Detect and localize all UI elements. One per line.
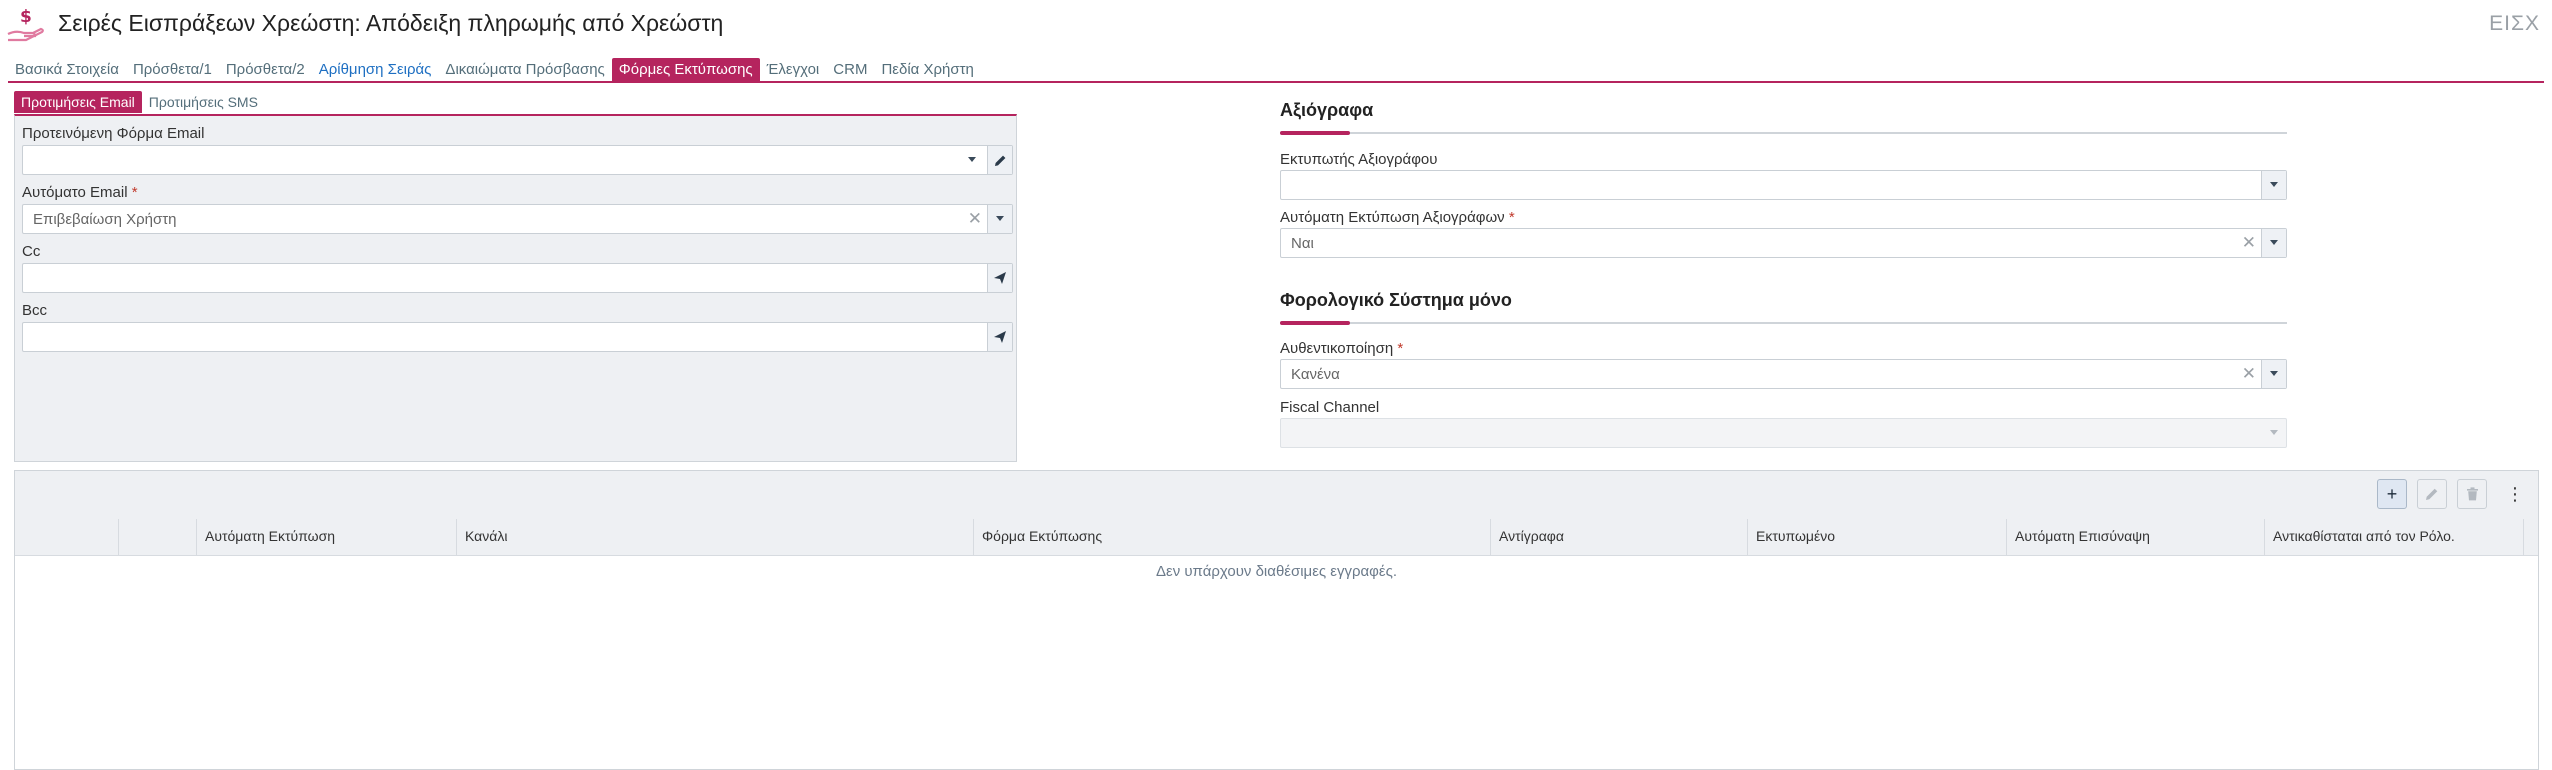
money-hand-icon: $ — [6, 6, 46, 46]
column-header-auto-attach[interactable]: Αυτόματη Επισύναψη — [2007, 519, 2265, 555]
copies-section-divider — [1280, 132, 2287, 134]
tab-user-fields[interactable]: Πεδία Χρήστη — [874, 58, 980, 81]
print-forms-grid: + ⋮ Αυτόματη Εκτύπωση Κανάλι Φόρμα Εκτύπ… — [14, 470, 2539, 770]
required-marker: * — [1397, 340, 1404, 357]
chevron-down-icon[interactable] — [960, 146, 984, 174]
column-header-select[interactable] — [15, 519, 119, 555]
auto-print-copies-value: Ναι — [1291, 235, 1314, 252]
cc-field[interactable] — [22, 263, 1013, 293]
clear-icon[interactable]: ✕ — [2242, 364, 2256, 384]
authentication-value: Κανένα — [1291, 366, 1340, 383]
tabs-underline — [8, 81, 2544, 83]
more-options-icon[interactable]: ⋮ — [2505, 479, 2525, 509]
email-template-label: Προτεινόμενη Φόρμα Email — [22, 125, 205, 142]
copies-section-accent — [1280, 131, 1350, 135]
grid-empty-message: Δεν υπάρχουν διαθέσιμες εγγραφές. — [1155, 563, 1397, 580]
column-header-auto-print[interactable]: Αυτόματη Εκτύπωση — [197, 519, 457, 555]
tab-print-forms[interactable]: Φόρμες Εκτύπωσης — [611, 58, 760, 81]
main-tabs: Βασικά Στοιχεία Πρόσθετα/1 Πρόσθετα/2 Αρ… — [8, 57, 981, 81]
tab-checks[interactable]: Έλεγχοι — [760, 58, 827, 81]
column-header-print-form[interactable]: Φόρμα Εκτύπωσης — [974, 519, 1491, 555]
clear-icon[interactable]: ✕ — [2242, 233, 2256, 253]
tab-basic-info[interactable]: Βασικά Στοιχεία — [8, 58, 126, 81]
authentication-label-text: Αυθεντικοποίηση — [1280, 340, 1394, 357]
authentication-select[interactable]: Κανένα ✕ — [1280, 359, 2287, 389]
auto-email-select[interactable]: Επιβεβαίωση Χρήστη ✕ — [22, 204, 1013, 234]
subtab-sms-preferences[interactable]: Προτιμήσεις SMS — [142, 91, 265, 113]
grid-header: Αυτόματη Εκτύπωση Κανάλι Φόρμα Εκτύπωσης… — [15, 519, 2538, 556]
required-marker: * — [1508, 209, 1515, 226]
bcc-label: Bcc — [22, 302, 48, 319]
column-header-copies[interactable]: Αντίγραφα — [1491, 519, 1748, 555]
tab-extra-1[interactable]: Πρόσθετα/1 — [126, 58, 219, 81]
chevron-down-icon[interactable] — [987, 205, 1012, 233]
auto-email-label: Αυτόματο Email * — [22, 184, 138, 201]
tab-crm[interactable]: CRM — [826, 58, 874, 81]
page-title: Σειρές Εισπράξεων Χρεώστη: Απόδειξη πληρ… — [58, 10, 724, 36]
copies-section-title: Αξιόγραφα — [1280, 100, 1374, 120]
chevron-down-icon[interactable] — [2261, 360, 2286, 388]
column-header-overridden-by-role[interactable]: Αντικαθίσταται από τον Ρόλο. — [2265, 519, 2524, 555]
bcc-field[interactable] — [22, 322, 1013, 352]
chevron-down-icon[interactable] — [2261, 229, 2286, 257]
authentication-label: Αυθεντικοποίηση * — [1280, 340, 1403, 357]
email-template-field[interactable] — [22, 145, 1013, 175]
more-options-symbol: ⋮ — [2506, 483, 2524, 504]
auto-print-copies-label-text: Αυτόματη Εκτύπωση Αξιογράφων — [1280, 209, 1505, 226]
fiscal-section-title: Φορολογικό Σύστημα μόνο — [1280, 290, 1512, 310]
fiscal-section-accent — [1280, 321, 1350, 325]
fiscal-section-divider — [1280, 322, 2287, 324]
copies-printer-label: Εκτυπωτής Αξιογράφου — [1280, 151, 1438, 168]
clear-icon[interactable]: ✕ — [968, 209, 982, 229]
auto-email-label-text: Αυτόματο Email — [22, 184, 128, 201]
delete-button[interactable] — [2457, 479, 2487, 509]
send-icon[interactable] — [987, 323, 1012, 351]
send-icon[interactable] — [987, 264, 1012, 292]
auto-email-value: Επιβεβαίωση Χρήστη — [33, 211, 177, 228]
sub-tabs: Προτιμήσεις Email Προτιμήσεις SMS — [14, 91, 265, 113]
column-header-channel[interactable]: Κανάλι — [457, 519, 974, 555]
column-header-printed[interactable]: Εκτυπωμένο — [1748, 519, 2007, 555]
copies-printer-select[interactable] — [1280, 170, 2287, 200]
cc-label: Cc — [22, 243, 41, 260]
chevron-down-icon — [2262, 419, 2286, 447]
fiscal-channel-select[interactable] — [1280, 418, 2287, 448]
add-button[interactable]: + — [2377, 479, 2407, 509]
plus-icon: + — [2386, 483, 2398, 504]
tab-series-numbering[interactable]: Αρίθμηση Σειράς — [312, 58, 439, 81]
chevron-down-icon[interactable] — [2261, 171, 2286, 199]
tab-extra-2[interactable]: Πρόσθετα/2 — [219, 58, 312, 81]
required-marker: * — [131, 184, 138, 201]
title-bar: $ Σειρές Εισπράξεων Χρεώστη: Απόδειξη πλ… — [0, 0, 2552, 48]
column-header-actions[interactable] — [119, 519, 197, 555]
pencil-icon — [2426, 488, 2438, 500]
edit-button[interactable] — [2417, 479, 2447, 509]
edit-pencil-icon[interactable] — [987, 146, 1012, 174]
trash-icon — [2466, 487, 2478, 501]
auto-print-copies-label: Αυτόματη Εκτύπωση Αξιογράφων * — [1280, 209, 1515, 226]
fiscal-channel-label: Fiscal Channel — [1280, 399, 1380, 416]
auto-print-copies-select[interactable]: Ναι ✕ — [1280, 228, 2287, 258]
subtab-email-preferences[interactable]: Προτιμήσεις Email — [14, 91, 142, 113]
grid-toolbar: + ⋮ — [15, 471, 2538, 520]
svg-text:$: $ — [20, 7, 32, 27]
series-code: ΕΙΣΧ — [2489, 12, 2540, 35]
tab-access-rights[interactable]: Δικαιώματα Πρόσβασης — [438, 58, 611, 81]
